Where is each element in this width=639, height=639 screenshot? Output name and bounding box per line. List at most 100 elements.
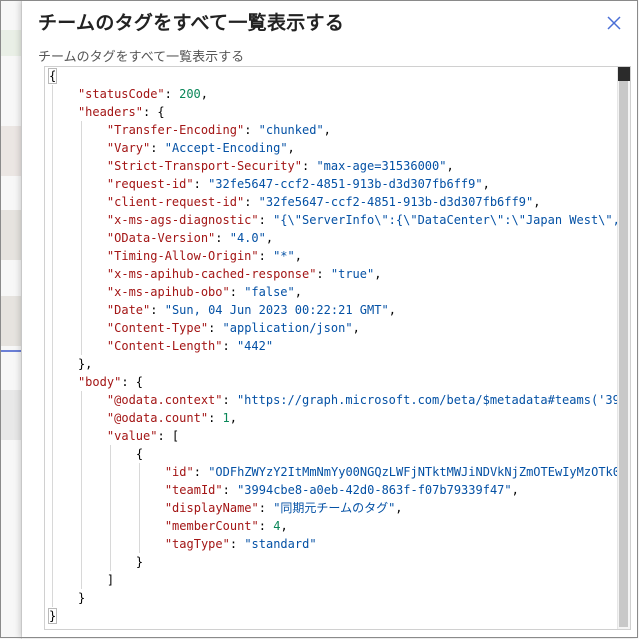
code-token: , — [200, 87, 209, 101]
code-token: "max-age=31536000" — [316, 159, 447, 173]
code-token: : — [150, 303, 165, 317]
tag-list-dialog: チームのタグをすべて一覧表示する チームのタグをすべて一覧表示する {"stat… — [22, 0, 638, 638]
code-line: "tagType": "standard" — [47, 535, 618, 553]
code-token: "true" — [330, 267, 375, 281]
code-token: "Strict-Transport-Security" — [106, 159, 302, 173]
code-token: "tagType" — [164, 537, 230, 551]
background-page-strip — [0, 0, 22, 639]
code-token: : — [316, 267, 331, 281]
code-token: , — [511, 483, 519, 497]
code-token: "Transfer-Encoding" — [106, 123, 245, 137]
code-token: : — [193, 465, 209, 479]
code-token: , — [323, 123, 331, 137]
dialog-subtitle: チームのタグをすべて一覧表示する — [38, 50, 245, 65]
code-token: } — [47, 608, 58, 624]
code-line: "Vary": "Accept-Encoding", — [47, 139, 618, 157]
indent-guide — [138, 463, 140, 553]
code-token: , — [294, 285, 302, 299]
code-line: "client-request-id": "32fe5647-ccf2-4851… — [47, 193, 618, 211]
code-line: } — [47, 553, 618, 571]
code-token: "Content-Type" — [106, 321, 209, 335]
code-token: "application/json" — [222, 321, 353, 335]
code-line: "Date": "Sun, 04 Jun 2023 00:22:21 GMT", — [47, 301, 618, 319]
code-token: "Timing-Allow-Origin" — [106, 249, 259, 263]
code-token: , — [287, 141, 295, 155]
indent-guide — [80, 121, 82, 355]
code-token: "body" — [77, 375, 122, 389]
code-line: } — [47, 607, 618, 625]
code-token: : — [301, 159, 317, 173]
code-token: "memberCount" — [164, 519, 259, 533]
code-token: "standard" — [244, 537, 317, 551]
code-line: "headers": { — [47, 103, 618, 121]
code-line: "body": { — [47, 373, 618, 391]
code-line: "Strict-Transport-Security": "max-age=31… — [47, 157, 618, 175]
code-token: "Vary" — [106, 141, 151, 155]
code-line: "x-ms-apihub-cached-response": "true", — [47, 265, 618, 283]
code-token: "ODFhZWYzY2ItMmNmYy00NGQzLWFjNTktMWJiNDV… — [208, 465, 618, 479]
code-token: : — [222, 339, 237, 353]
code-line: "OData-Version": "4.0", — [47, 229, 618, 247]
code-line: "statusCode": 200, — [47, 85, 618, 103]
code-token: "client-request-id" — [106, 195, 245, 209]
indent-guide — [80, 391, 82, 589]
code-line: "@odata.context": "https://graph.microso… — [47, 391, 618, 409]
code-token: "32fe5647-ccf2-4851-913b-d3d307fb6ff9" — [258, 195, 534, 209]
code-token: "3994cbe8-a0eb-42d0-863f-f07b79339f47" — [237, 483, 512, 497]
close-button[interactable] — [603, 12, 625, 34]
code-token: "Accept-Encoding" — [164, 141, 288, 155]
code-token: "Content-Length" — [106, 339, 223, 353]
code-token: ] — [106, 573, 115, 587]
code-line: "teamId": "3994cbe8-a0eb-42d0-863f-f07b7… — [47, 481, 618, 499]
code-token: , — [280, 519, 288, 533]
code-token: , — [533, 195, 541, 209]
json-output-viewer[interactable]: {"statusCode": 200, "headers": {"Transfer… — [44, 66, 631, 630]
code-line: } — [47, 589, 618, 607]
code-token: "32fe5647-ccf2-4851-913b-d3d307fb6ff9" — [208, 177, 483, 191]
code-token: : — [222, 393, 237, 407]
code-token: "@odata.count" — [106, 411, 209, 425]
code-token: "headers" — [77, 105, 143, 119]
code-line: "request-id": "32fe5647-ccf2-4851-913b-d… — [47, 175, 618, 193]
code-token: , — [352, 321, 360, 335]
code-line: "Transfer-Encoding": "chunked", — [47, 121, 618, 139]
code-token: : — [258, 501, 274, 515]
code-token: "value" — [106, 429, 158, 443]
code-token: : — [244, 123, 259, 137]
code-token: } — [77, 591, 86, 605]
code-token: "{\"ServerInfo\":{\"DataCenter\":\"Japan… — [273, 213, 618, 227]
code-token: : — [258, 519, 274, 533]
json-code[interactable]: {"statusCode": 200, "headers": {"Transfer… — [47, 67, 618, 629]
scrollbar-top-marker — [618, 67, 630, 81]
code-line: "value": [ — [47, 427, 618, 445]
code-token: : — [222, 483, 238, 497]
code-line: "displayName": "同期元チームのタグ", — [47, 499, 618, 517]
code-token: , — [395, 501, 403, 515]
code-token: "teamId" — [164, 483, 223, 497]
code-token: , — [388, 303, 396, 317]
code-token: : — [164, 87, 180, 101]
code-token: "Sun, 04 Jun 2023 00:22:21 GMT" — [164, 303, 389, 317]
code-token: : — [244, 195, 259, 209]
code-token: : { — [142, 105, 165, 119]
code-token: "statusCode" — [77, 87, 165, 101]
close-icon[interactable] — [603, 12, 625, 34]
code-line: "memberCount": 4, — [47, 517, 618, 535]
code-line: "x-ms-ags-diagnostic": "{\"ServerInfo\":… — [47, 211, 618, 229]
indent-guide — [109, 445, 111, 571]
code-token: "chunked" — [258, 123, 324, 137]
code-token: }, — [77, 357, 93, 371]
code-token: "442" — [236, 339, 274, 353]
code-token: { — [47, 68, 58, 84]
code-token: : { — [121, 375, 143, 389]
code-token: : — [150, 141, 165, 155]
code-line: "Content-Length": "442" — [47, 337, 618, 355]
code-token: "x-ms-ags-diagnostic" — [106, 213, 259, 227]
code-token: "*" — [273, 249, 295, 263]
scrollbar-thumb[interactable] — [619, 81, 628, 627]
code-token: "4.0" — [229, 231, 266, 245]
code-token: , — [265, 231, 274, 245]
code-line: "Content-Type": "application/json", — [47, 319, 618, 337]
vertical-scrollbar[interactable] — [617, 67, 630, 629]
code-token: 200 — [179, 87, 201, 101]
